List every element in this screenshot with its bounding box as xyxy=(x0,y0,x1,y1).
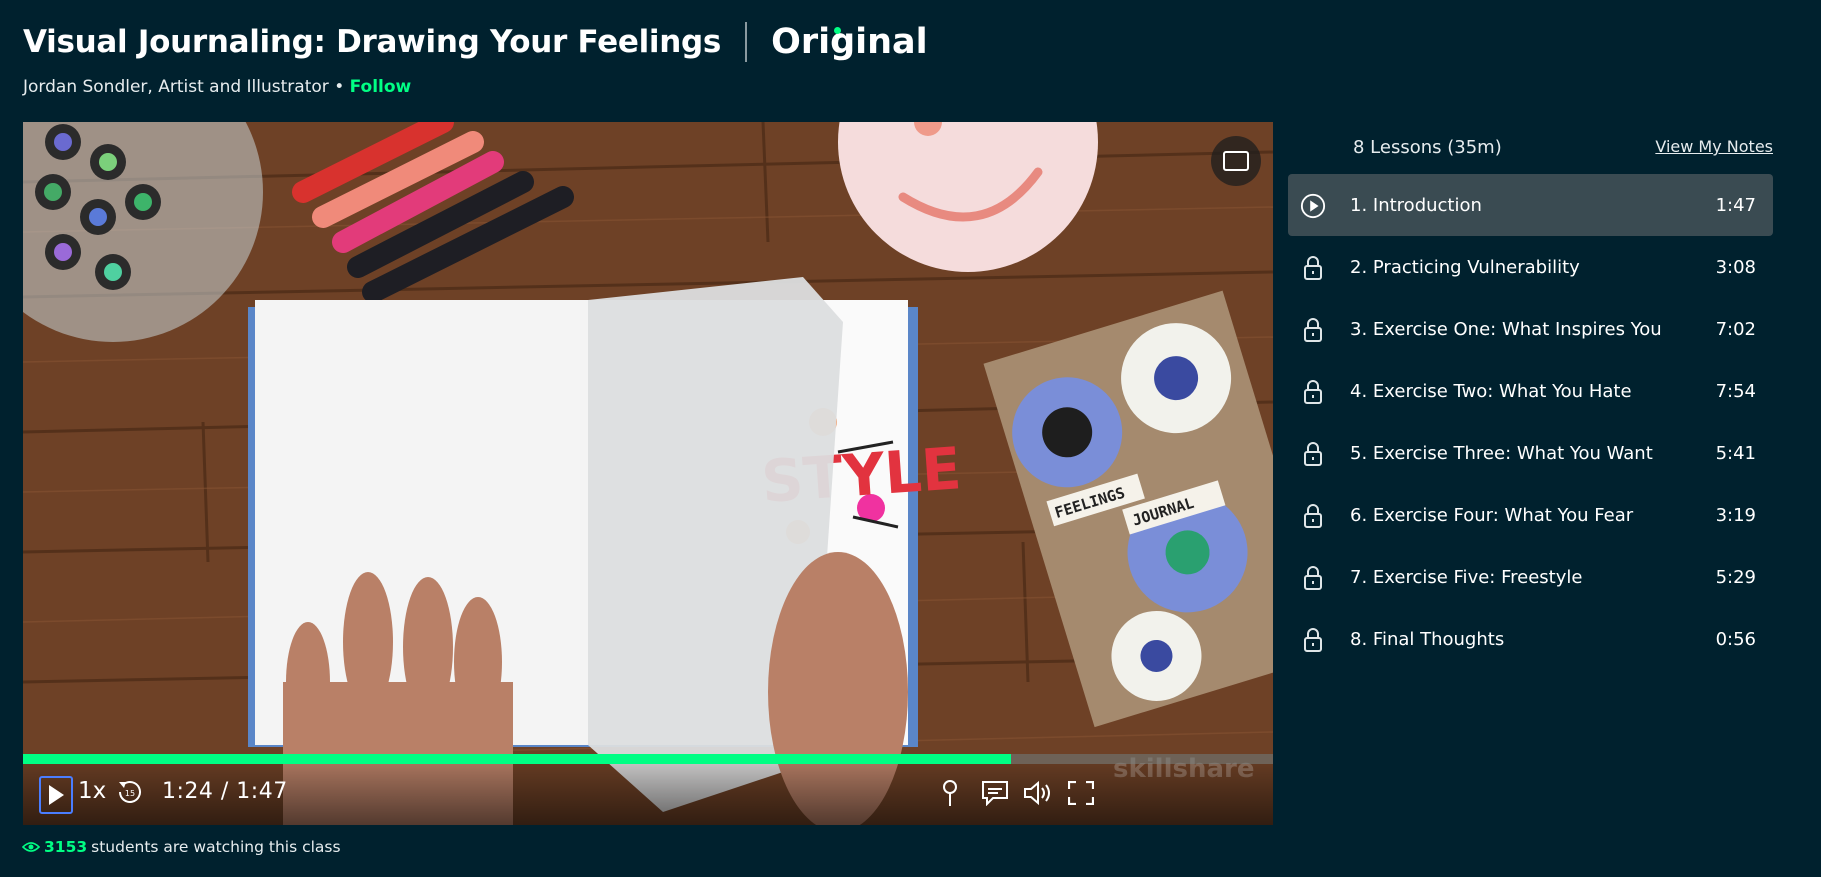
lesson-duration: 1:47 xyxy=(1715,194,1756,216)
lesson-duration: 3:19 xyxy=(1715,504,1756,526)
replay-15-button[interactable]: 15 xyxy=(116,778,144,806)
captions-button[interactable] xyxy=(980,778,1010,808)
watcher-count: 3153 xyxy=(44,838,88,856)
lesson-item[interactable]: 6. Exercise Four: What You Fear 3:19 xyxy=(1288,484,1773,546)
lesson-item[interactable]: 4. Exercise Two: What You Hate 7:54 xyxy=(1288,360,1773,422)
lesson-list-header: 8 Lessons (35m) View My Notes xyxy=(1288,122,1773,174)
note-pin-button[interactable] xyxy=(935,778,965,808)
lock-icon xyxy=(1300,441,1326,467)
view-notes-link[interactable]: View My Notes xyxy=(1655,137,1773,156)
play-circle-icon xyxy=(1300,193,1326,219)
teacher-name[interactable]: Jordan Sondler, Artist and Illustrator xyxy=(23,77,329,97)
lesson-title: 5. Exercise Three: What You Want xyxy=(1350,442,1653,464)
control-bar: 1x 15 1:24 / 1:47 xyxy=(23,764,1273,825)
speed-button[interactable]: 1x xyxy=(78,778,106,804)
teacher-line: Jordan Sondler, Artist and Illustrator •… xyxy=(23,77,411,97)
video-frame: STYLE FEELINGS JOURNAL skillshare xyxy=(23,122,1273,825)
lock-icon xyxy=(1300,379,1326,405)
original-badge-label: Original xyxy=(771,22,928,62)
lock-icon xyxy=(1300,255,1326,281)
pin-icon xyxy=(943,780,957,806)
lesson-title: 8. Final Thoughts xyxy=(1350,628,1505,650)
video-player[interactable]: STYLE FEELINGS JOURNAL skillshare xyxy=(23,122,1273,825)
play-button[interactable] xyxy=(39,776,73,814)
lesson-duration: 5:41 xyxy=(1715,442,1756,464)
lock-icon xyxy=(1300,503,1326,529)
lock-icon xyxy=(1300,627,1326,653)
lesson-item[interactable]: 5. Exercise Three: What You Want 5:41 xyxy=(1288,422,1773,484)
eye-icon xyxy=(22,842,40,852)
lesson-sidebar: 8 Lessons (35m) View My Notes 1. Introdu… xyxy=(1288,122,1773,670)
play-icon xyxy=(49,785,64,805)
lesson-title: 7. Exercise Five: Freestyle xyxy=(1350,566,1583,588)
fullscreen-button[interactable] xyxy=(1066,778,1096,808)
class-title: Visual Journaling: Drawing Your Feelings xyxy=(23,24,722,60)
volume-button[interactable] xyxy=(1023,778,1053,808)
lesson-item[interactable]: 7. Exercise Five: Freestyle 5:29 xyxy=(1288,546,1773,608)
lesson-duration: 5:29 xyxy=(1715,566,1756,588)
lesson-item[interactable]: 2. Practicing Vulnerability 3:08 xyxy=(1288,236,1773,298)
original-badge-dot xyxy=(834,27,842,34)
volume-icon xyxy=(1024,780,1050,806)
original-badge: Original xyxy=(771,22,928,62)
lesson-title: 4. Exercise Two: What You Hate xyxy=(1350,380,1632,402)
progress-fill xyxy=(23,754,1011,764)
time-display: 1:24 / 1:47 xyxy=(162,779,288,804)
lesson-item[interactable]: 3. Exercise One: What Inspires You 7:02 xyxy=(1288,298,1773,360)
captions-icon xyxy=(982,781,1008,806)
lock-icon xyxy=(1300,317,1326,343)
lessons-summary: 8 Lessons (35m) xyxy=(1353,137,1502,158)
theater-mode-icon xyxy=(1223,151,1249,171)
replay-15-label: 15 xyxy=(125,789,135,798)
class-header: Visual Journaling: Drawing Your Feelings… xyxy=(23,22,928,62)
lesson-title: 2. Practicing Vulnerability xyxy=(1350,256,1580,278)
replay-15-icon: 15 xyxy=(119,781,141,803)
lesson-title: 3. Exercise One: What Inspires You xyxy=(1350,318,1662,340)
watcher-text: students are watching this class xyxy=(91,838,341,856)
lesson-duration: 3:08 xyxy=(1715,256,1756,278)
lesson-list: 1. Introduction 1:47 2. Practicing Vulnera… xyxy=(1288,174,1773,670)
teacher-separator: • xyxy=(334,77,345,97)
lesson-duration: 0:56 xyxy=(1715,628,1756,650)
lesson-duration: 7:54 xyxy=(1715,380,1756,402)
lesson-item[interactable]: 8. Final Thoughts 0:56 xyxy=(1288,608,1773,670)
lesson-item[interactable]: 1. Introduction 1:47 xyxy=(1288,174,1773,236)
header-divider xyxy=(745,22,748,62)
lesson-duration: 7:02 xyxy=(1715,318,1756,340)
live-watchers: 3153 students are watching this class xyxy=(22,838,341,856)
follow-button[interactable]: Follow xyxy=(350,77,412,97)
progress-bar[interactable] xyxy=(23,754,1273,764)
lesson-title: 6. Exercise Four: What You Fear xyxy=(1350,504,1634,526)
lesson-title: 1. Introduction xyxy=(1350,194,1482,216)
lock-icon xyxy=(1300,565,1326,591)
theater-mode-button[interactable] xyxy=(1211,136,1261,186)
fullscreen-icon xyxy=(1068,781,1094,805)
